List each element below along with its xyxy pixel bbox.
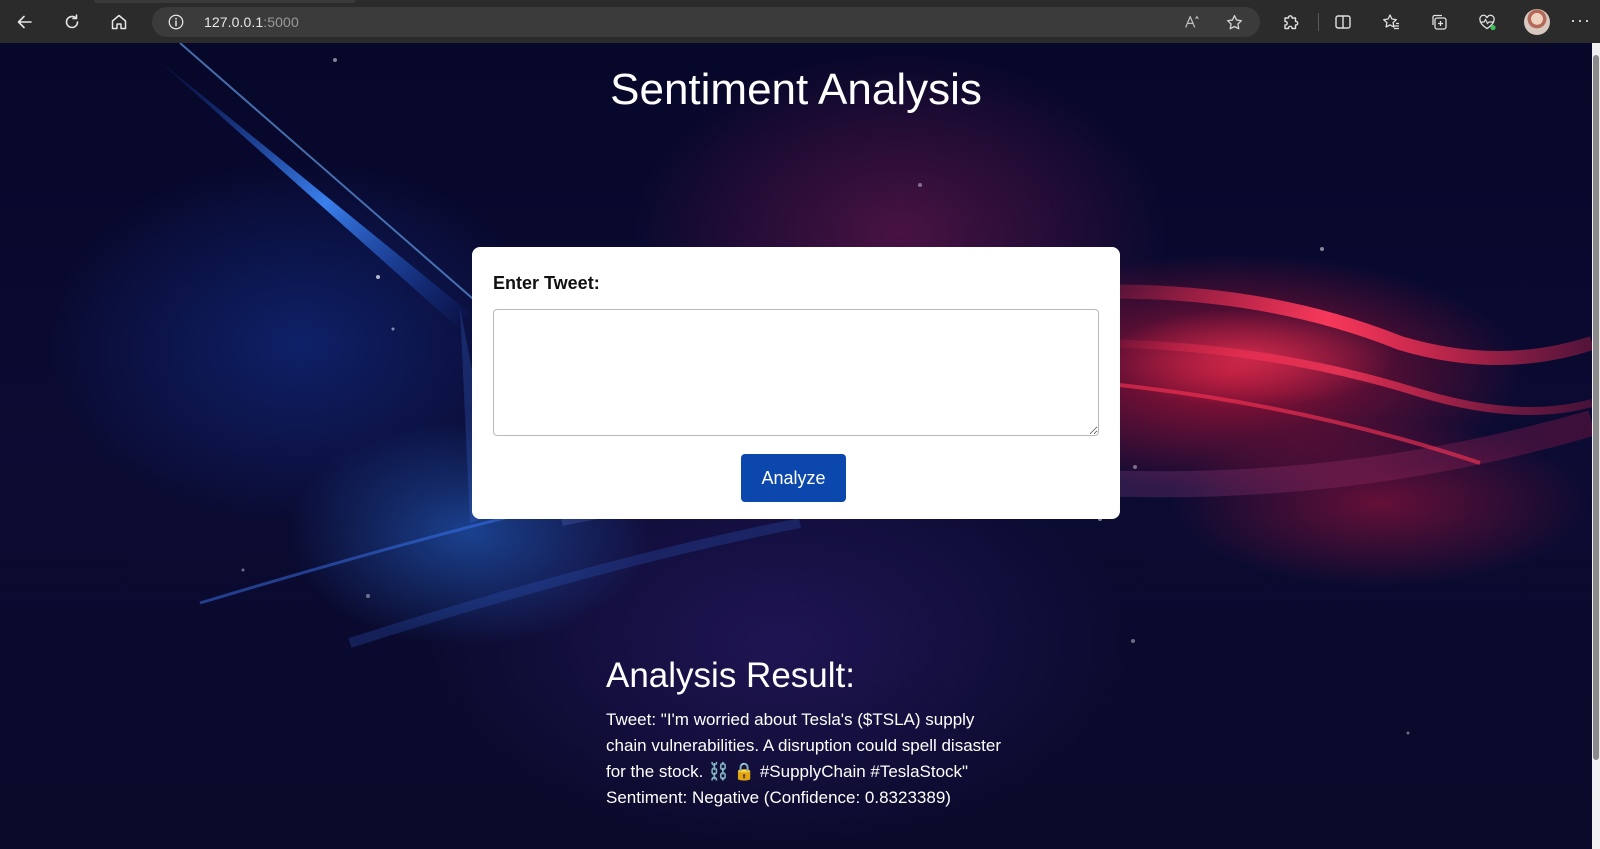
result-tweet-text: Tweet: "I'm worried about Tesla's ($TSLA… <box>606 710 1002 781</box>
puzzle-icon[interactable] <box>1279 10 1303 34</box>
refresh-icon[interactable] <box>56 6 88 38</box>
arrow-left-icon[interactable] <box>9 6 41 38</box>
tweet-label: Enter Tweet: <box>493 273 600 293</box>
info-icon[interactable] <box>166 12 186 32</box>
tweet-form-card: Enter Tweet: Analyze <box>472 247 1120 519</box>
page-title: Sentiment Analysis <box>610 65 982 114</box>
url-port: :5000 <box>263 14 299 30</box>
result-sentiment-text: Sentiment: Negative (Confidence: 0.83233… <box>606 788 951 807</box>
result-heading: Analysis Result: <box>606 656 855 695</box>
url-text[interactable]: 127.0.0.1:5000 <box>204 14 299 30</box>
active-tab-edge <box>94 0 356 3</box>
tweet-input[interactable] <box>493 309 1099 436</box>
browser-toolbar: 127.0.0.1:5000 ··· <box>0 0 1600 43</box>
url-host: 127.0.0.1 <box>204 14 264 30</box>
collections-icon[interactable] <box>1427 10 1451 34</box>
more-icon[interactable]: ··· <box>1570 11 1591 29</box>
avatar[interactable] <box>1524 9 1550 35</box>
read-aloud-icon[interactable] <box>1182 12 1202 32</box>
heart-pulse-icon[interactable] <box>1475 10 1499 34</box>
home-icon[interactable] <box>103 6 135 38</box>
split-screen-icon[interactable] <box>1331 10 1355 34</box>
page-viewport: Sentiment Analysis Enter Tweet: Analyze … <box>0 43 1592 849</box>
scrollbar-thumb[interactable] <box>1593 55 1599 760</box>
analyze-button[interactable]: Analyze <box>741 454 846 502</box>
favorites-icon[interactable] <box>1379 10 1403 34</box>
analysis-result: Analysis Result: Tweet: "I'm worried abo… <box>606 656 1006 811</box>
address-bar[interactable]: 127.0.0.1:5000 <box>152 7 1260 37</box>
toolbar-divider <box>1318 13 1319 31</box>
star-icon[interactable] <box>1224 12 1244 32</box>
